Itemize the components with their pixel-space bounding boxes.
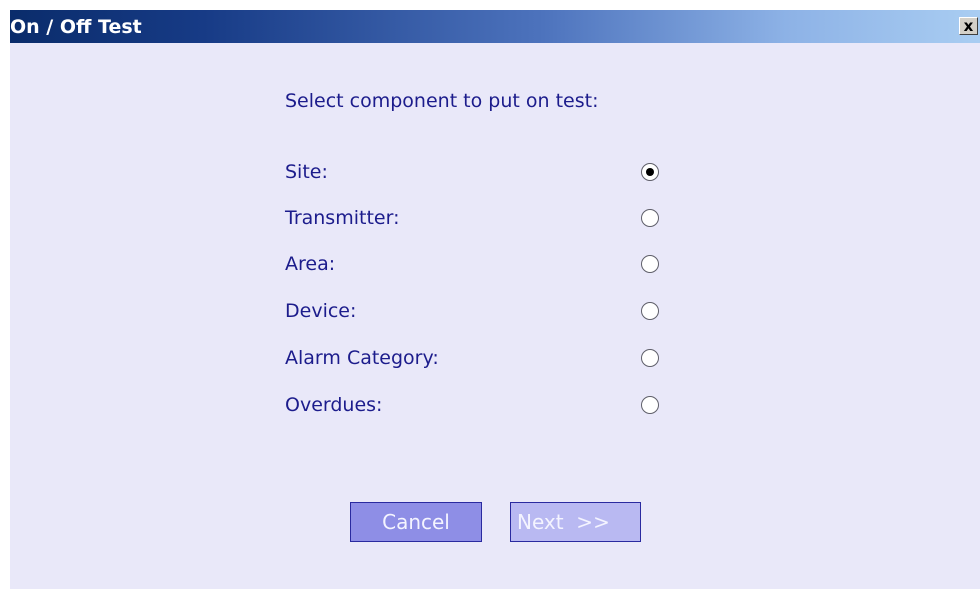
option-label: Alarm Category:: [285, 347, 439, 369]
close-icon: x: [963, 17, 974, 35]
option-device[interactable]: Device:: [285, 297, 685, 325]
cancel-button[interactable]: Cancel: [350, 502, 482, 542]
option-label: Area:: [285, 253, 336, 275]
option-transmitter[interactable]: Transmitter:: [285, 204, 685, 232]
option-label: Device:: [285, 300, 357, 322]
option-alarm-category[interactable]: Alarm Category:: [285, 344, 685, 372]
option-label: Overdues:: [285, 394, 383, 416]
device-radio[interactable]: [641, 302, 659, 320]
area-radio[interactable]: [641, 255, 659, 273]
option-site[interactable]: Site:: [285, 158, 685, 186]
option-label: Site:: [285, 161, 328, 183]
option-area[interactable]: Area:: [285, 250, 685, 278]
close-button[interactable]: x: [959, 17, 978, 35]
dialog-titlebar: On / Off Test x: [10, 10, 980, 43]
on-off-test-dialog: On / Off Test x Select component to put …: [10, 10, 980, 589]
select-component-prompt: Select component to put on test:: [285, 90, 599, 112]
dialog-title: On / Off Test: [10, 16, 142, 38]
next-button[interactable]: Next >>: [510, 502, 641, 542]
site-radio[interactable]: [641, 163, 659, 181]
alarm-category-radio[interactable]: [641, 349, 659, 367]
overdues-radio[interactable]: [641, 396, 659, 414]
option-label: Transmitter:: [285, 207, 400, 229]
transmitter-radio[interactable]: [641, 209, 659, 227]
radio-selected-dot: [646, 168, 654, 176]
option-overdues[interactable]: Overdues:: [285, 391, 685, 419]
next-button-label: Next >>: [517, 510, 610, 534]
